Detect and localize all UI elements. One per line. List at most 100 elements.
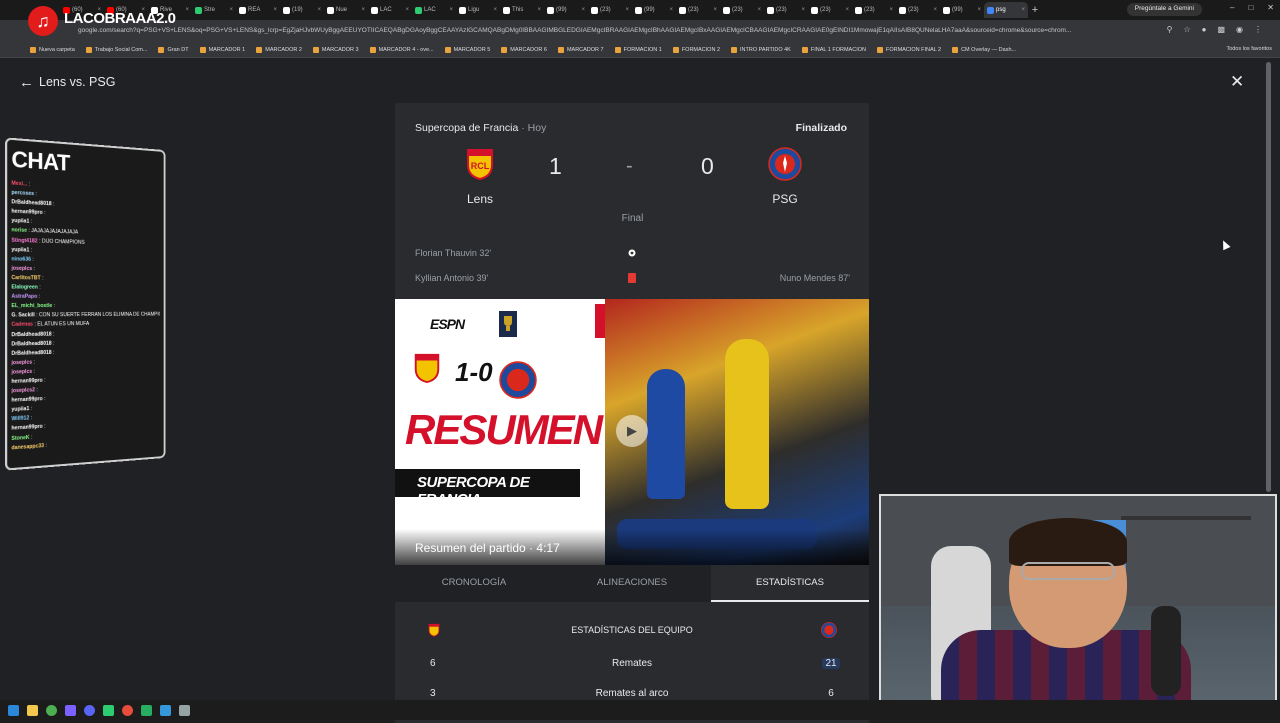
tab-close-icon[interactable]: × <box>185 7 189 13</box>
bookmark-item[interactable]: CM Overlay — Dash... <box>952 46 1016 53</box>
menu-dots-icon[interactable]: ⋮ <box>1254 25 1262 34</box>
webcam-glasses <box>1021 562 1115 580</box>
browser-tab[interactable]: (23) × <box>896 2 940 18</box>
tab-close-icon[interactable]: × <box>361 7 365 13</box>
back-arrow-icon[interactable]: ← <box>19 74 34 91</box>
browser-tab[interactable]: REA × <box>236 2 280 18</box>
browser-tab[interactable]: (23) × <box>720 2 764 18</box>
home-team-name[interactable]: Lens <box>445 192 515 206</box>
app-icon[interactable] <box>103 704 114 716</box>
file-explorer-icon[interactable] <box>27 704 38 716</box>
bookmark-item[interactable]: INTRO PARTIDO 4K <box>731 46 791 53</box>
bookmark-label: MARCADOR 2 <box>265 46 302 53</box>
browser-tab[interactable]: (23) × <box>852 2 896 18</box>
bookmark-star-icon[interactable]: ☆ <box>1183 25 1190 34</box>
zoom-icon[interactable]: ⚲ <box>1167 25 1173 34</box>
extensions-puzzle-icon[interactable]: ▩ <box>1217 25 1225 34</box>
chat-text: : JAJAJAJAJAJAJAJA <box>28 228 79 237</box>
competition-line[interactable]: Supercopa de Francia · Hoy <box>415 122 546 134</box>
tab-cronologia[interactable]: CRONOLOGÍA <box>395 565 553 602</box>
bookmark-item[interactable]: Nueva carpeta <box>30 46 75 53</box>
tab-close-icon[interactable]: × <box>845 7 849 13</box>
browser-tab[interactable]: This × <box>500 2 544 18</box>
bookmark-item[interactable]: MARCADOR 6 <box>501 46 547 53</box>
browser-tab[interactable]: Ligu × <box>456 2 500 18</box>
browser-tab[interactable]: (23) × <box>764 2 808 18</box>
tab-close-icon[interactable]: × <box>977 7 981 13</box>
bookmark-label: Trabajo Social Com... <box>94 46 148 53</box>
bookmark-item[interactable]: MARCADOR 3 <box>312 46 359 53</box>
bookmark-item[interactable]: MARCADOR 2 <box>256 46 302 53</box>
app-icon[interactable] <box>160 704 171 716</box>
bookmark-item[interactable]: FORMACION 2 <box>672 46 720 53</box>
bookmark-item[interactable]: FORMACION FINAL 2 <box>876 46 941 53</box>
bookmark-item[interactable]: FORMACION 1 <box>614 46 662 53</box>
bookmark-item[interactable]: MARCADOR 7 <box>557 46 604 53</box>
tab-close-icon[interactable]: × <box>449 7 453 13</box>
app-icon[interactable] <box>141 704 152 716</box>
new-tab-icon[interactable]: + <box>1028 4 1042 16</box>
tab-close-icon[interactable]: × <box>713 7 717 13</box>
bookmark-icon <box>256 46 263 53</box>
maximize-icon[interactable]: □ <box>1248 3 1253 12</box>
tab-close-icon[interactable]: × <box>1021 7 1025 13</box>
browser-tab[interactable]: LAC × <box>368 2 412 18</box>
tab-close-icon[interactable]: × <box>889 7 893 13</box>
tab-close-icon[interactable]: × <box>317 7 321 13</box>
browser-tab[interactable]: (23) × <box>808 2 852 18</box>
browser-tab[interactable]: (23) × <box>676 2 720 18</box>
lens-crest-icon[interactable]: RCL <box>463 147 497 181</box>
tab-alineaciones[interactable]: ALINEACIONES <box>553 565 711 602</box>
browser-tab[interactable]: (99) × <box>632 2 676 18</box>
bookmark-item[interactable]: Gran DT <box>158 46 189 53</box>
browser-tab[interactable]: Nue × <box>324 2 368 18</box>
chat-text: : EL ATUN ES UN MUFA <box>34 321 90 329</box>
tab-close-icon[interactable]: × <box>933 7 937 13</box>
bookmark-item[interactable]: Trabajo Social Com... <box>85 46 148 53</box>
browser-tab[interactable]: (99) × <box>940 2 984 18</box>
close-window-icon[interactable]: ✕ <box>1267 3 1274 12</box>
chrome-icon[interactable] <box>46 704 57 716</box>
close-icon[interactable]: ✕ <box>1230 72 1244 92</box>
all-bookmarks-folder[interactable]: Todos los favoritos <box>1226 46 1272 52</box>
bookmark-item[interactable]: MARCADOR 4 - ove... <box>369 46 434 53</box>
app-icon[interactable] <box>179 704 190 716</box>
url-field[interactable]: google.com/search?q=PSG+VS+LENS&oq=PSG+V… <box>78 24 1088 38</box>
tab-estadisticas[interactable]: ESTADÍSTICAS <box>711 565 869 602</box>
browser-tab[interactable]: LAC × <box>412 2 456 18</box>
tab-close-icon[interactable]: × <box>581 7 585 13</box>
away-team-name[interactable]: PSG <box>750 192 820 206</box>
scrollbar[interactable] <box>1266 62 1271 492</box>
tab-close-icon[interactable]: × <box>801 7 805 13</box>
extension-icon[interactable]: ● <box>1202 25 1207 34</box>
profile-avatar-icon[interactable]: ◉ <box>1236 25 1243 34</box>
ask-gemini-button[interactable]: Pregúntale a Gemini <box>1126 3 1202 16</box>
competition-name[interactable]: Supercopa de Francia <box>415 122 518 134</box>
tab-label: LAC <box>424 7 436 13</box>
tab-close-icon[interactable]: × <box>757 7 761 13</box>
discord-icon[interactable] <box>84 704 95 716</box>
tab-close-icon[interactable]: × <box>669 7 673 13</box>
tab-close-icon[interactable]: × <box>229 7 233 13</box>
browser-tab[interactable]: psg × <box>984 2 1028 18</box>
browser-tab[interactable]: Stre × <box>192 2 236 18</box>
browser-tab[interactable]: (19) × <box>280 2 324 18</box>
minimize-icon[interactable]: – <box>1230 3 1234 12</box>
match-highlights-video[interactable]: ESPN 1-0 RESUMEN SUPERCOPA DE FRANCIA ▶ … <box>395 299 869 565</box>
webcam-microphone <box>1151 606 1181 696</box>
tab-close-icon[interactable]: × <box>405 7 409 13</box>
bookmark-item[interactable]: MARCADOR 5 <box>444 46 490 53</box>
browser-tab[interactable]: (23) × <box>588 2 632 18</box>
app-icon[interactable] <box>65 704 76 716</box>
start-icon[interactable] <box>8 704 19 716</box>
bookmark-item[interactable]: FINAL 1 FORMACION <box>801 46 866 53</box>
tab-close-icon[interactable]: × <box>493 7 497 13</box>
play-icon[interactable]: ▶ <box>616 415 648 447</box>
browser-tab[interactable]: (99) × <box>544 2 588 18</box>
tab-close-icon[interactable]: × <box>537 7 541 13</box>
psg-crest-icon[interactable] <box>768 147 802 181</box>
tab-close-icon[interactable]: × <box>273 7 277 13</box>
bookmark-item[interactable]: MARCADOR 1 <box>199 46 245 53</box>
tab-close-icon[interactable]: × <box>625 7 629 13</box>
obs-icon[interactable] <box>122 704 133 716</box>
